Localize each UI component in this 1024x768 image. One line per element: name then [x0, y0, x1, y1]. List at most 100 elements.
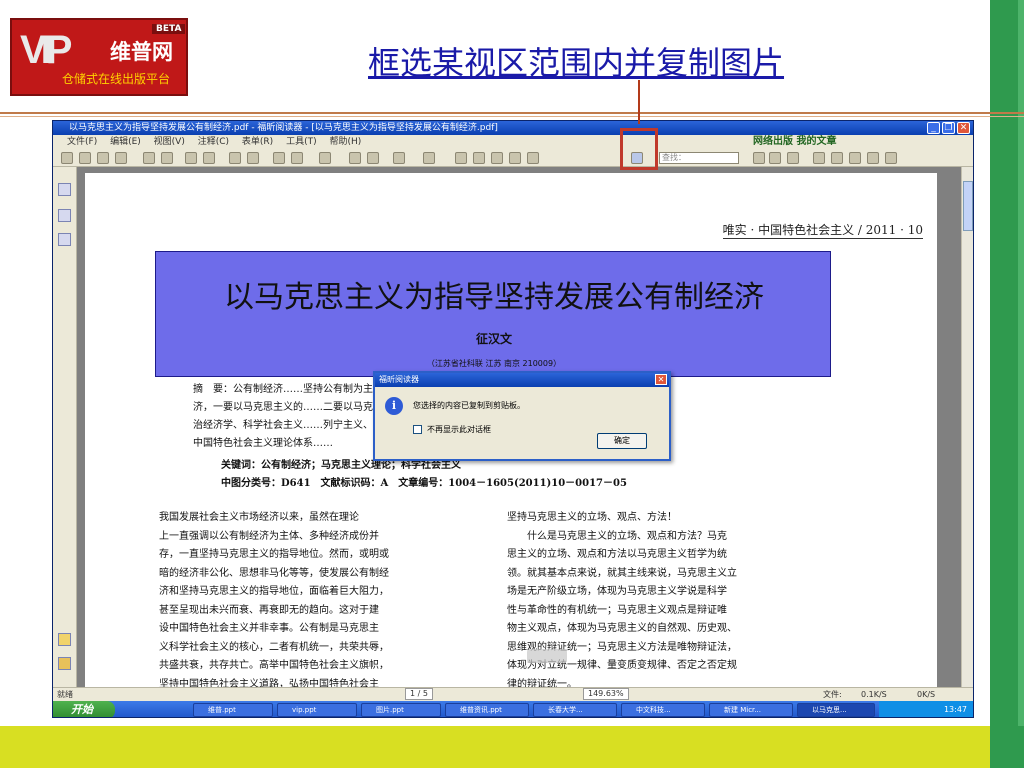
- selected-region[interactable]: 以马克思主义为指导坚持发展公有制经济 征汉文 （江苏省社科联 江苏 南京 210…: [155, 251, 831, 377]
- close-button[interactable]: ✕: [957, 122, 970, 134]
- page-indicator[interactable]: 1 / 5: [405, 688, 433, 700]
- status-text: 就绪: [57, 690, 73, 699]
- net-publish-link[interactable]: 网络出版 我的文章: [753, 135, 836, 149]
- body-line: 性与革命性的有机统一；马克思主义观点是辩证唯: [507, 604, 727, 616]
- ok-button[interactable]: 确定: [597, 433, 647, 449]
- scrollbar-thumb[interactable]: [963, 181, 973, 231]
- prev-icon[interactable]: [143, 152, 155, 164]
- taskbar-button[interactable]: 长春大学...: [533, 703, 617, 717]
- undo-icon[interactable]: [273, 152, 285, 164]
- slide-title: 框选某视区范围内并复制图片: [368, 44, 785, 82]
- windows-taskbar: 开始 维普.ppt vip.ppt 图片.ppt 维普资讯.ppt 长春大学..…: [53, 701, 973, 717]
- select-text-tool-icon[interactable]: [509, 152, 521, 164]
- search-input[interactable]: 查找：: [659, 152, 739, 164]
- fit-page-icon[interactable]: [349, 152, 361, 164]
- body-line: 我国发展社会主义市场经济以来，虽然在理论: [159, 512, 359, 523]
- article-affiliation: （江苏省社科联 江苏 南京 210009）: [426, 359, 562, 368]
- body-line: 共盛共衰，共存共亡。高举中国特色社会主义旗帜，: [159, 660, 389, 671]
- taskbar-button[interactable]: 中文科技...: [621, 703, 705, 717]
- body-line: 上一直强调以公有制经济为主体、多种经济成份并: [159, 530, 379, 542]
- dialog-close-button[interactable]: ✕: [655, 374, 667, 385]
- fit-width-icon[interactable]: [367, 152, 379, 164]
- pages-panel-icon[interactable]: [58, 209, 71, 222]
- menu-tools[interactable]: 工具(T): [286, 137, 317, 147]
- floating-zoom-control[interactable]: [527, 649, 567, 663]
- select-text-icon[interactable]: [473, 152, 485, 164]
- body-line: 坚持马克思主义的立场、观点、方法！: [507, 512, 677, 523]
- logo-mark: VIP: [20, 28, 73, 72]
- taskbar-button[interactable]: vip.ppt: [277, 703, 357, 717]
- logo-beta-badge: BETA: [152, 24, 186, 34]
- zoom-level[interactable]: 149.63%: [583, 688, 629, 700]
- find-prev-icon[interactable]: [753, 152, 765, 164]
- menu-form[interactable]: 表单(R): [242, 137, 273, 147]
- zoom-icon[interactable]: [319, 152, 331, 164]
- pdf-page: 唯实 · 中国特色社会主义 / 2011 · 10 以马克思主义为指导坚持发展公…: [85, 173, 937, 693]
- body-line: 存，一直坚持马克思主义的指导地位。然而，或明或: [159, 549, 389, 560]
- rotate-icon[interactable]: [229, 152, 241, 164]
- back-icon[interactable]: [185, 152, 197, 164]
- menu-comment[interactable]: 注释(C): [198, 137, 229, 147]
- restore-button[interactable]: ❐: [942, 122, 955, 134]
- open-icon[interactable]: [61, 152, 73, 164]
- dont-show-label: 不再显示此对话框: [427, 425, 491, 434]
- zoom-out-icon[interactable]: [393, 152, 405, 164]
- save-icon[interactable]: [79, 152, 91, 164]
- minimize-button[interactable]: _: [927, 122, 940, 134]
- layers-panel-icon[interactable]: [58, 233, 71, 246]
- rotate-right-icon[interactable]: [247, 152, 259, 164]
- dialog-title[interactable]: 福昕阅读器: [375, 373, 669, 387]
- vertical-scrollbar[interactable]: [961, 167, 973, 687]
- toolbar: 查找：: [53, 149, 973, 167]
- slide-divider: [0, 112, 1024, 114]
- redo-icon[interactable]: [291, 152, 303, 164]
- find-icon[interactable]: [787, 152, 799, 164]
- body-line: 设中国特色社会主义并非幸事。公有制是马克思主: [159, 623, 379, 634]
- body-line: 物主义观点，体现为马克思主义的自然观、历史观、: [507, 623, 737, 634]
- bookmarks-panel-icon[interactable]: [58, 183, 71, 196]
- body-column-left: 我国发展社会主义市场经济以来，虽然在理论 上一直强调以公有制经济为主体、多种经济…: [159, 509, 485, 694]
- logo-subtitle: 仓储式在线出版平台: [62, 72, 171, 86]
- body-line: 场是无产阶级立场，体现为马克思主义学说是科学: [507, 586, 727, 597]
- dont-show-checkbox[interactable]: [413, 425, 422, 434]
- annotate-icon[interactable]: [491, 152, 503, 164]
- note-icon[interactable]: [867, 152, 879, 164]
- navigation-sidebar: [53, 167, 77, 687]
- attachments-icon[interactable]: [58, 633, 71, 646]
- text-frame-icon[interactable]: [527, 152, 539, 164]
- window-titlebar[interactable]: 以马克思主义为指导坚持发展公有制经济.pdf - 福昕阅读器 - [以马克思主义…: [53, 121, 973, 135]
- menu-file[interactable]: 文件(F): [67, 137, 97, 147]
- body-line: 暗的经济非公化、思想非马化等等，使发展公有制经: [159, 567, 389, 579]
- taskbar-button[interactable]: 维普.ppt: [193, 703, 273, 717]
- hand-tool-icon[interactable]: [455, 152, 467, 164]
- pencil-icon[interactable]: [885, 152, 897, 164]
- next-icon[interactable]: [161, 152, 173, 164]
- body-line: 领。就其基本点来说，就其主线来说，马克思主义立: [507, 567, 737, 579]
- menu-edit[interactable]: 编辑(E): [110, 137, 141, 147]
- body-line: 思主义的立场、观点和方法以马克思主义哲学为统: [507, 549, 727, 560]
- menu-view[interactable]: 视图(V): [154, 137, 185, 147]
- zoom-in-icon[interactable]: [423, 152, 435, 164]
- lock-panel-icon[interactable]: [58, 657, 71, 670]
- slide-divider-thin: [0, 116, 1024, 117]
- email-icon[interactable]: [115, 152, 127, 164]
- taskbar-button[interactable]: 维普资讯.ppt: [445, 703, 529, 717]
- file-label: 文件:: [823, 690, 842, 699]
- find-next-icon[interactable]: [769, 152, 781, 164]
- document-area: 唯实 · 中国特色社会主义 / 2011 · 10 以马克思主义为指导坚持发展公…: [77, 167, 961, 693]
- taskbar-button[interactable]: 新建 Micr...: [709, 703, 793, 717]
- bookmark-icon[interactable]: [813, 152, 825, 164]
- start-button[interactable]: 开始: [53, 701, 115, 717]
- status-bar: 就绪 1 / 5 149.63% 文件: 0.1K/S 0K/S: [53, 687, 973, 701]
- vip-logo: VIP BETA 维普网 仓储式在线出版平台: [10, 18, 188, 96]
- taskbar-button[interactable]: 图片.ppt: [361, 703, 441, 717]
- edit-icon[interactable]: [831, 152, 843, 164]
- body-line: 义科学社会主义的核心，二者有机统一，共荣共辱，: [159, 641, 389, 653]
- menu-help[interactable]: 帮助(H): [329, 137, 361, 147]
- body-line: 什么是马克思主义的立场、观点和方法？马克: [507, 530, 727, 542]
- taskbar-button-active[interactable]: 以马克思...: [797, 703, 875, 717]
- print-icon[interactable]: [97, 152, 109, 164]
- typewriter-icon[interactable]: [849, 152, 861, 164]
- forward-icon[interactable]: [203, 152, 215, 164]
- download-speed: 0.1K/S: [861, 690, 887, 699]
